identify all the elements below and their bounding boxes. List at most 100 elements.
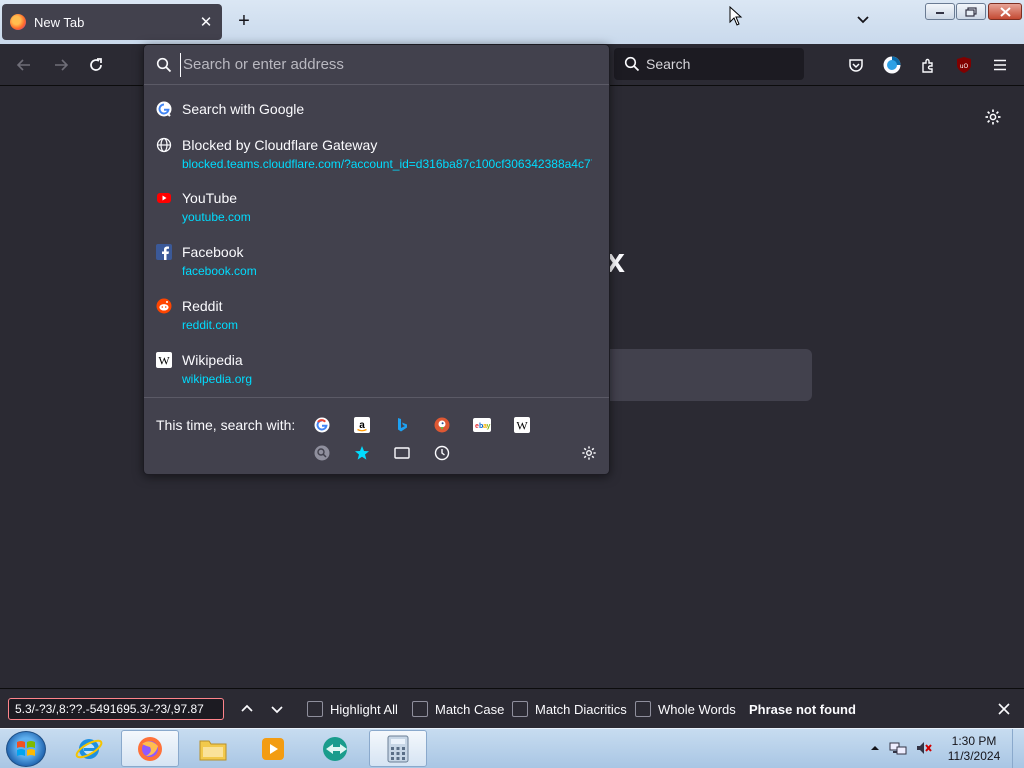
engine-bing-button[interactable]	[392, 415, 412, 435]
tabs-mode-button[interactable]	[392, 443, 412, 463]
search-settings-button[interactable]	[579, 443, 599, 463]
search-icon	[624, 56, 640, 72]
taskbar-clock[interactable]: 1:30 PM 11/3/2024	[944, 734, 1004, 764]
match-case-checkbox[interactable]: Match Case	[412, 699, 504, 719]
window-restore-button[interactable]	[956, 3, 986, 20]
calculator-icon	[387, 735, 409, 762]
find-next-button[interactable]	[267, 699, 287, 719]
network-icon[interactable]	[889, 740, 907, 756]
result-facebook[interactable]: Facebook facebook.com	[144, 244, 609, 284]
volume-muted-icon[interactable]	[915, 740, 933, 756]
result-url: blocked.teams.cloudflare.com/?account_id…	[182, 157, 592, 171]
close-icon	[998, 703, 1010, 715]
app-menu-button[interactable]	[988, 53, 1012, 77]
bookmarks-mode-button[interactable]	[352, 443, 372, 463]
account-button[interactable]	[880, 53, 904, 77]
engine-amazon-button[interactable]: a	[352, 415, 372, 435]
bookmarks-star-icon	[355, 446, 369, 460]
globe-icon	[156, 137, 172, 153]
urlbar-input[interactable]	[180, 52, 580, 77]
history-clock-icon	[434, 445, 450, 461]
windows-logo-icon	[17, 741, 35, 756]
gear-icon	[985, 109, 1001, 125]
taskbar-firefox[interactable]	[121, 730, 179, 767]
result-blocked-cloudflare[interactable]: Blocked by Cloudflare Gateway blocked.te…	[144, 137, 609, 177]
search-icon	[156, 57, 172, 72]
minimize-icon	[936, 11, 944, 14]
engine-duckduckgo-button[interactable]	[432, 415, 452, 435]
facebook-icon	[156, 244, 172, 260]
show-desktop-button[interactable]	[1012, 729, 1024, 768]
taskbar-media-player[interactable]	[244, 730, 302, 767]
window-minimize-button[interactable]	[925, 3, 955, 20]
match-case-label: Match Case	[435, 701, 505, 717]
search-bar[interactable]: Search	[614, 48, 804, 80]
internet-explorer-icon	[75, 738, 103, 759]
window-close-button[interactable]	[988, 3, 1022, 20]
close-tab-icon[interactable]: ✕	[198, 13, 214, 31]
account-icon	[883, 56, 901, 74]
clock-time: 1:30 PM	[951, 734, 997, 748]
forward-button[interactable]	[48, 52, 74, 78]
history-mode-button[interactable]	[432, 443, 452, 463]
puzzle-icon	[922, 58, 933, 73]
taskbar-calculator[interactable]	[369, 730, 427, 767]
restore-icon	[965, 6, 977, 17]
reload-button[interactable]	[83, 52, 109, 78]
highlight-all-checkbox[interactable]: Highlight All	[307, 699, 398, 719]
back-arrow-icon	[16, 59, 30, 71]
show-hidden-icons-icon[interactable]	[869, 741, 881, 755]
youtube-icon	[156, 190, 172, 206]
svg-text:y: y	[487, 423, 491, 430]
list-all-tabs-button[interactable]	[852, 12, 874, 32]
match-diacritics-checkbox[interactable]: Match Diacritics	[512, 699, 627, 719]
google-icon	[314, 417, 330, 433]
search-engines-mode-button[interactable]	[312, 443, 332, 463]
clock-date: 11/3/2024	[947, 749, 1001, 763]
back-button[interactable]	[11, 52, 37, 78]
new-tab-button[interactable]: +	[232, 10, 256, 34]
forward-arrow-icon	[55, 59, 69, 71]
start-button[interactable]	[6, 731, 46, 767]
ublock-origin-button[interactable]: uO	[952, 53, 976, 77]
tab-new-tab[interactable]: New Tab ✕	[2, 4, 222, 40]
ublock-shield-icon: uO	[957, 57, 971, 73]
find-status: Phrase not found	[749, 702, 856, 717]
wikipedia-icon: W	[156, 352, 172, 368]
taskbar-file-explorer[interactable]	[184, 730, 242, 767]
taskbar-internet-explorer[interactable]	[60, 730, 118, 767]
result-wikipedia[interactable]: W Wikipedia wikipedia.org	[144, 352, 609, 392]
result-search-google[interactable]: Search with Google	[144, 101, 609, 125]
one-off-search-buttons: This time, search with: a ebay W	[144, 397, 609, 475]
whole-words-checkbox[interactable]: Whole Words	[635, 699, 736, 719]
result-title: Facebook	[182, 244, 244, 260]
file-explorer-icon	[199, 740, 227, 760]
reload-icon	[90, 58, 102, 71]
page-search-box[interactable]	[600, 349, 812, 401]
svg-text:W: W	[158, 354, 170, 368]
taskbar-teamviewer[interactable]	[307, 730, 365, 767]
result-reddit[interactable]: Reddit reddit.com	[144, 298, 609, 338]
firefox-icon	[10, 14, 26, 30]
windows-taskbar: 1:30 PM 11/3/2024	[0, 728, 1024, 768]
result-title: Wikipedia	[182, 352, 243, 368]
engine-wikipedia-button[interactable]: W	[512, 415, 532, 435]
svg-text:a: a	[359, 420, 365, 431]
tab-strip: New Tab ✕ +	[0, 0, 1024, 44]
one-off-label: This time, search with:	[156, 417, 296, 433]
tabs-icon	[394, 447, 410, 459]
find-input[interactable]	[8, 698, 224, 720]
result-title: Reddit	[182, 298, 223, 314]
wikipedia-icon: W	[514, 417, 530, 433]
personalize-button[interactable]	[981, 105, 1005, 129]
pocket-button[interactable]	[844, 53, 868, 77]
amazon-icon: a	[354, 417, 370, 433]
engine-ebay-button[interactable]: ebay	[472, 415, 492, 435]
find-previous-button[interactable]	[237, 699, 257, 719]
result-youtube[interactable]: YouTube youtube.com	[144, 190, 609, 230]
find-close-button[interactable]	[994, 699, 1014, 719]
firefox-icon	[138, 736, 162, 761]
google-icon	[156, 101, 172, 117]
engine-google-button[interactable]	[312, 415, 332, 435]
extensions-button[interactable]	[916, 53, 940, 77]
